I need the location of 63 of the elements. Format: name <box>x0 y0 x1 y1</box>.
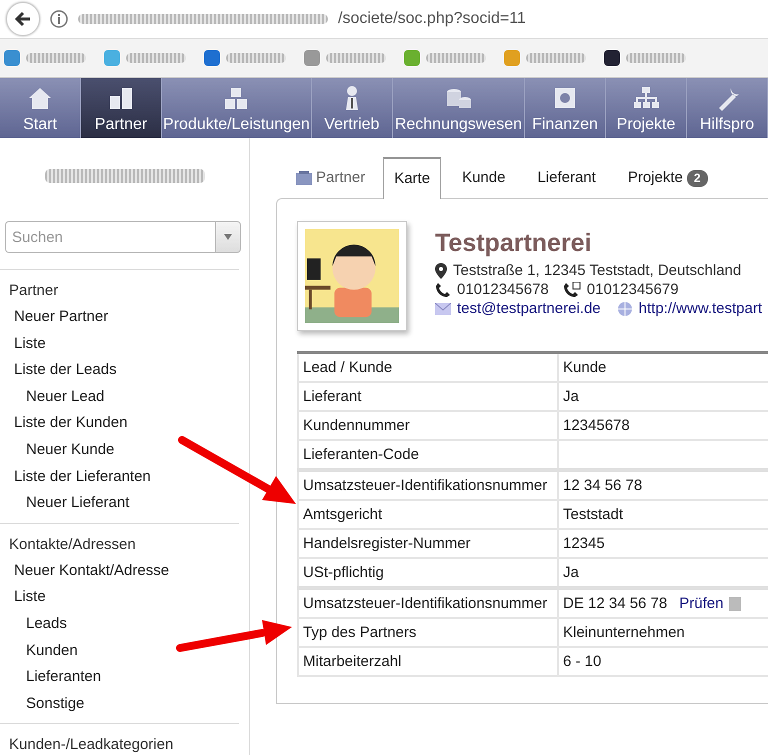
website-link[interactable]: http://www.testpart <box>638 300 762 317</box>
field-label: Amtsgericht <box>298 500 558 529</box>
field-label: USt-pflichtig <box>298 558 558 588</box>
field-label: Umsatzsteuer-Identifikationsnummer <box>298 470 558 500</box>
phone-icon <box>435 282 451 298</box>
menu-heading[interactable]: Kunden-/Leadkategorien <box>0 732 239 755</box>
back-button[interactable] <box>6 2 40 36</box>
menu-item[interactable]: Liste der Lieferanten <box>0 464 239 490</box>
nav-tab[interactable]: Vertrieb <box>312 78 393 138</box>
menu-heading[interactable]: Partner <box>0 278 239 304</box>
menu-item[interactable]: Kunden <box>0 638 239 664</box>
email-link[interactable]: test@testpartnerei.de <box>457 300 601 317</box>
back-arrow-icon <box>14 10 32 28</box>
menu-item[interactable]: Neuer Partner <box>0 304 239 331</box>
menu-item[interactable]: Liste <box>0 584 239 611</box>
tab[interactable]: Projekte 2 <box>616 157 719 198</box>
tab[interactable]: Karte <box>383 157 442 199</box>
menu-item[interactable]: Neuer Kontakt/Adresse <box>0 558 239 584</box>
menu-item[interactable]: Neuer Lieferant <box>0 490 239 517</box>
nav-tab[interactable]: Hilfspro <box>687 78 768 138</box>
fax-icon <box>562 282 581 298</box>
address-bar[interactable]: /societe/soc.php?socid=11 <box>338 10 526 28</box>
tab[interactable]: Kunde <box>451 157 516 198</box>
field-value: 12 34 56 78 <box>558 470 768 500</box>
nav-tab[interactable]: Partner <box>81 78 162 138</box>
count-badge: 2 <box>686 170 708 186</box>
field-label: Lead / Kunde <box>298 352 558 382</box>
field-label: Kundennummer <box>298 411 558 440</box>
address-text: Teststraße 1, 12345 Teststadt, Deutschland <box>453 262 742 279</box>
nav-tab[interactable]: Rechnungswesen <box>392 78 525 138</box>
menu-item[interactable]: Lieferanten <box>0 664 239 691</box>
caret-icon <box>224 234 232 240</box>
location-pin-icon <box>435 262 447 278</box>
page-heading: Partner <box>296 169 366 198</box>
field-value: DE 12 34 56 78 Prüfen <box>558 588 768 618</box>
menu-item[interactable]: Leads <box>0 610 239 638</box>
nav-tab[interactable]: Produkte/Leistungen <box>162 78 312 138</box>
search-field[interactable]: Suchen <box>5 221 215 253</box>
field-label: Handelsregister-Nummer <box>298 529 558 558</box>
menu-item[interactable]: Sonstige <box>0 690 239 718</box>
field-label: Lieferanten-Code <box>298 440 558 470</box>
field-label: Mitarbeiterzahl <box>298 647 558 676</box>
menu-heading[interactable]: Kontakte/Adressen <box>0 532 239 558</box>
blurred-bookmark[interactable] <box>604 50 686 66</box>
phone-number: 01012345678 <box>457 281 549 298</box>
menu-item[interactable]: Liste <box>0 330 239 358</box>
nav-tab[interactable]: Finanzen <box>525 78 606 138</box>
menu-item[interactable]: Liste der Kunden <box>0 410 239 437</box>
tab[interactable]: Lieferant <box>526 157 607 198</box>
globe-icon <box>616 300 633 316</box>
nav-tab[interactable]: Projekte <box>606 78 687 138</box>
check-link[interactable]: Prüfen <box>679 595 724 612</box>
menu-item[interactable]: Liste der Leads <box>0 357 239 384</box>
menu-item[interactable]: Neuer Lead <box>0 384 239 410</box>
menu-item[interactable]: Neuer Kunde <box>0 436 239 464</box>
fax-number: 01012345679 <box>586 281 679 298</box>
field-label: Typ des Partners <box>298 618 558 647</box>
envelope-icon <box>435 302 451 314</box>
field-label: Lieferant <box>298 382 558 411</box>
info-icon[interactable] <box>50 10 68 28</box>
field-label: Umsatzsteuer-Identifikationsnummer <box>298 588 558 618</box>
company-name: Testpartnerei <box>435 229 593 258</box>
dropdown-button[interactable] <box>215 221 241 253</box>
